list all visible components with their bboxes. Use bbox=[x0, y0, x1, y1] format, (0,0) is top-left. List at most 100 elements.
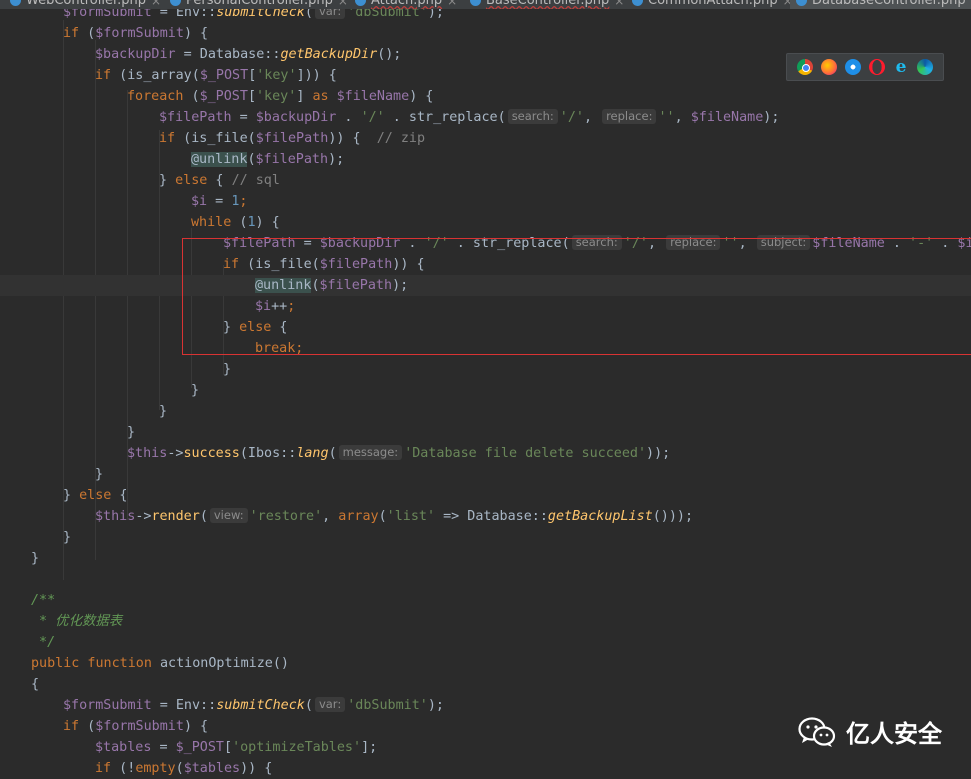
close-icon[interactable]: × bbox=[151, 0, 161, 8]
code-token: foreach bbox=[127, 89, 184, 104]
code-token: $this bbox=[95, 509, 136, 524]
code-text: if ($formSubmit) { bbox=[63, 716, 208, 737]
code-token: } bbox=[63, 488, 80, 503]
code-token: , bbox=[674, 110, 691, 125]
close-icon[interactable]: × bbox=[614, 0, 624, 8]
code-token: $_POST bbox=[199, 68, 249, 83]
code-token: } bbox=[223, 362, 232, 377]
parameter-hint: view: bbox=[209, 508, 248, 523]
code-text: } bbox=[31, 548, 39, 569]
code-token: , bbox=[583, 110, 601, 125]
code-text: if (is_array($_POST['key'])) { bbox=[95, 65, 337, 86]
code-token: ) { bbox=[409, 89, 434, 104]
code-token: ( bbox=[183, 89, 200, 104]
tab-basecontroller[interactable]: BaseController.php × bbox=[470, 0, 624, 9]
code-token: ); bbox=[763, 110, 780, 125]
code-token: else bbox=[175, 173, 208, 188]
code-token: $filePath bbox=[255, 131, 329, 146]
code-token: ( bbox=[328, 446, 337, 461]
code-text: } else { bbox=[63, 485, 128, 506]
code-text: } bbox=[159, 401, 167, 422]
code-token: lang bbox=[296, 446, 329, 461]
code-token: ( bbox=[378, 509, 387, 524]
code-token: . str_replace( bbox=[384, 110, 506, 125]
code-token: $formSubmit bbox=[95, 26, 184, 41]
tab-commonattach[interactable]: CommonAttach.php × bbox=[632, 0, 793, 9]
code-text: } bbox=[127, 422, 135, 443]
tab-webcontroller[interactable]: WebController.php × bbox=[10, 0, 161, 9]
code-token: ; bbox=[239, 194, 248, 209]
code-token: submitCheck bbox=[216, 698, 305, 713]
safari-icon[interactable] bbox=[845, 59, 861, 75]
code-token: ( bbox=[247, 152, 256, 167]
code-token: )) { bbox=[240, 761, 273, 776]
code-token: ())); bbox=[652, 509, 694, 524]
code-text: } bbox=[95, 464, 103, 485]
php-class-icon bbox=[470, 0, 481, 6]
code-token: if bbox=[95, 761, 112, 776]
code-token: [ bbox=[224, 740, 233, 755]
code-token: $tables bbox=[183, 761, 241, 776]
editor-tab-bar: WebController.php × PersonalController.p… bbox=[0, 0, 971, 9]
code-token: ( bbox=[79, 719, 96, 734]
code-token: $_POST bbox=[175, 740, 224, 755]
code-token: , bbox=[322, 509, 339, 524]
code-token: /** bbox=[31, 593, 56, 608]
code-token: $backupDir bbox=[95, 47, 176, 62]
code-token: 'key' bbox=[256, 68, 297, 83]
code-token: ( bbox=[304, 698, 313, 713]
chrome-icon[interactable] bbox=[797, 59, 813, 75]
code-text: if (!empty($tables)) { bbox=[95, 758, 272, 779]
code-token: { bbox=[207, 173, 232, 188]
code-text: */ bbox=[31, 632, 55, 653]
code-token: getBackupList bbox=[547, 509, 653, 524]
tab-label: CommonAttach.php bbox=[648, 0, 778, 8]
code-token: { bbox=[111, 488, 128, 503]
code-token: = bbox=[151, 740, 176, 755]
firefox-icon[interactable] bbox=[821, 59, 837, 75]
tab-label: DatabaseController.php bbox=[812, 0, 966, 8]
code-text: /** bbox=[31, 590, 55, 611]
code-editor[interactable]: $formSubmit = Env::submitCheck(var:'dbSu… bbox=[0, 0, 971, 776]
code-token: )); bbox=[646, 446, 671, 461]
code-token: array bbox=[338, 509, 379, 524]
tab-databasecontroller[interactable]: DatabaseController.php bbox=[790, 0, 971, 9]
code-token: $fileName bbox=[690, 110, 764, 125]
code-token: success bbox=[183, 446, 240, 461]
code-token: $backupDir bbox=[255, 110, 337, 125]
code-token: $filePath bbox=[255, 152, 329, 167]
code-text: @unlink($filePath); bbox=[191, 149, 344, 170]
code-token: */ bbox=[31, 635, 56, 650]
code-token: => Database:: bbox=[435, 509, 548, 524]
php-class-icon bbox=[10, 0, 21, 6]
code-text: if (is_file($filePath)) { // zip bbox=[159, 128, 425, 149]
code-text: { bbox=[31, 674, 39, 695]
close-icon[interactable]: × bbox=[447, 0, 457, 8]
code-token: empty bbox=[135, 761, 176, 776]
code-text: foreach ($_POST['key'] as $fileName) { bbox=[127, 86, 433, 107]
edge-icon[interactable] bbox=[917, 59, 933, 75]
code-token: [ bbox=[247, 89, 256, 104]
code-token: // sql bbox=[231, 173, 280, 188]
code-token: '' bbox=[658, 110, 675, 125]
code-text: } else { // sql bbox=[159, 170, 280, 191]
code-token: } bbox=[159, 404, 168, 419]
code-token: 'restore' bbox=[249, 509, 323, 524]
close-icon[interactable]: × bbox=[338, 0, 348, 8]
code-token: ) { bbox=[255, 215, 280, 230]
tab-label: Attach.php bbox=[371, 0, 443, 8]
code-text: $tables = $_POST['optimizeTables']; bbox=[95, 737, 377, 758]
code-text: } bbox=[63, 527, 71, 548]
code-text: $filePath = $backupDir . '/' . str_repla… bbox=[159, 107, 779, 128]
opera-icon[interactable] bbox=[869, 59, 885, 75]
watermark: 亿人安全 bbox=[798, 714, 942, 749]
code-token: 'key' bbox=[256, 89, 297, 104]
tab-attach[interactable]: Attach.php × bbox=[355, 0, 457, 9]
code-text: $backupDir = Database::getBackupDir(); bbox=[95, 44, 401, 65]
code-token: ) { bbox=[183, 26, 209, 41]
code-token: } bbox=[95, 467, 104, 482]
ie-icon[interactable]: e bbox=[893, 59, 909, 76]
tab-personalcontroller[interactable]: PersonalController.php × bbox=[170, 0, 348, 9]
code-token: 'list' bbox=[386, 509, 436, 524]
